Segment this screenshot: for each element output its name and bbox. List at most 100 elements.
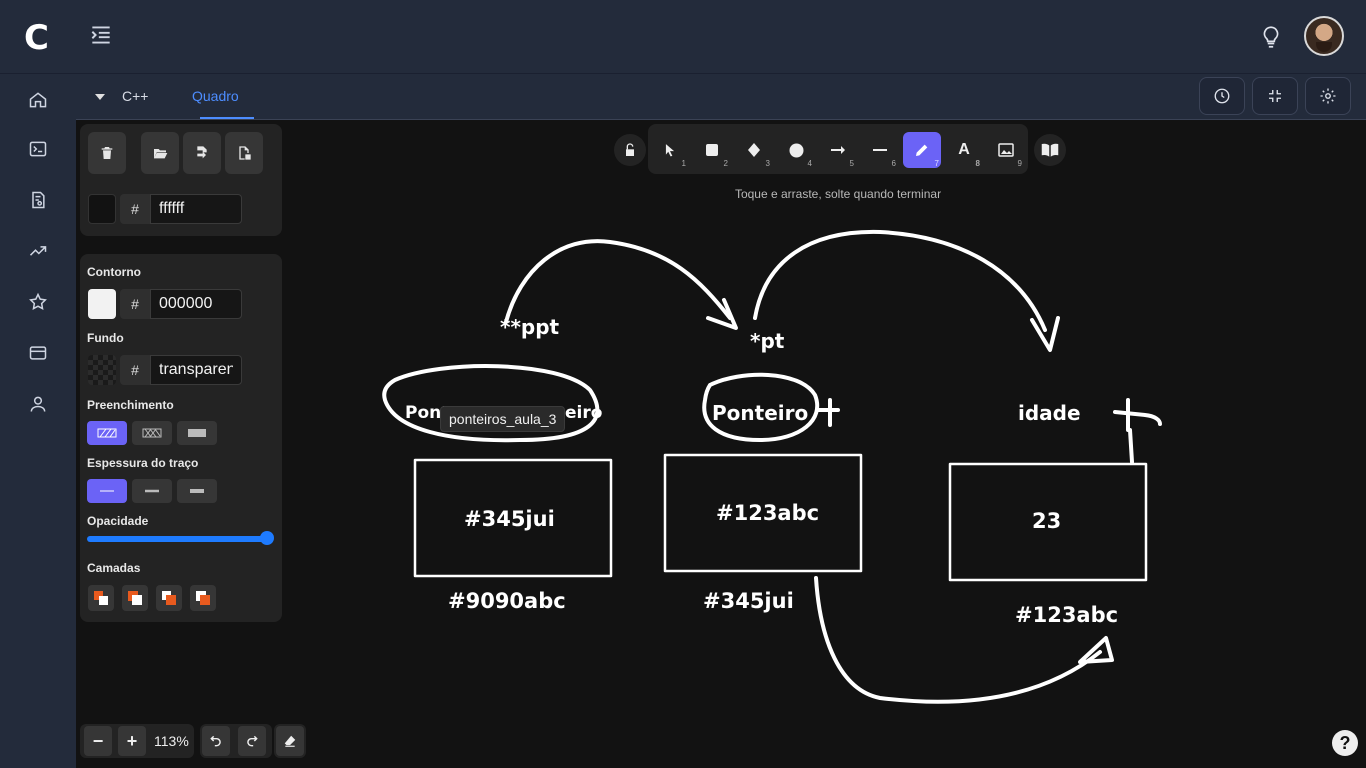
style-panel: Contorno # Fundo # Preenchimento Espessu… [80,254,282,622]
terminal-icon[interactable] [26,137,50,161]
fundo-color-input[interactable] [150,355,242,385]
pencil-icon [916,144,928,156]
text-a-icon: A [958,141,970,158]
tool-select[interactable]: 1 [652,132,688,168]
eraser-control [274,724,306,758]
lock-button[interactable] [614,134,646,166]
label-idade: idade [1018,401,1081,425]
undo-button[interactable] [202,726,230,756]
star-icon[interactable] [26,290,50,314]
fundo-label: Fundo [87,331,124,345]
home-icon[interactable] [26,88,50,112]
user-icon[interactable] [26,392,50,416]
label-ponteiro-mid: Ponteiro [712,401,808,425]
sidebar [0,74,76,768]
menu-toggle-icon[interactable] [88,22,114,48]
actions-panel: # [80,124,282,236]
tool-number: 5 [849,159,854,168]
bring-forward-icon [162,591,176,605]
hash-label: # [120,289,150,319]
crosshatch-icon [142,428,162,438]
tool-number: 7 [934,159,939,168]
diamond-icon [748,143,760,157]
redo-button[interactable] [238,726,266,756]
stroke-color-swatch[interactable] [88,194,116,224]
library-button[interactable] [1034,134,1066,166]
delete-button[interactable] [88,132,126,174]
tool-pencil[interactable]: 7 [903,132,941,168]
plus-icon: + [126,730,138,751]
espessura-label: Espessura do traço [87,456,199,470]
gear-icon [1320,88,1336,104]
opacity-slider-thumb[interactable] [260,531,274,545]
tool-image[interactable]: 9 [988,132,1024,168]
arrow-ppt-to-pt [504,239,732,324]
bring-to-front-button[interactable] [190,585,216,611]
label-ponteiro-left-end: eiro [565,403,602,423]
tool-line[interactable]: 6 [862,132,898,168]
bring-forward-button[interactable] [156,585,182,611]
tab-cpp[interactable]: C++ [122,88,148,104]
help-button[interactable]: ? [1332,730,1358,756]
file-export-icon [197,146,207,159]
caret-down-icon[interactable] [94,90,106,102]
tool-text[interactable]: A 8 [946,132,982,168]
send-backward-button[interactable] [122,585,148,611]
label-ppt: **ppt [500,315,560,339]
tool-ellipse[interactable]: 4 [778,132,814,168]
trash-icon [101,147,113,159]
fullscreen-exit-button[interactable] [1252,77,1298,115]
opacity-slider-track[interactable] [87,536,269,542]
app-logo[interactable]: C [24,20,56,56]
plus-mark [816,398,840,427]
address-2: #345jui [703,589,794,613]
stroke-thick-button[interactable] [177,479,217,503]
settings-button[interactable] [1305,77,1351,115]
stroke-thin-button[interactable] [87,479,127,503]
label-pt: *pt [750,329,785,353]
contorno-swatch[interactable] [88,289,116,319]
clock-icon [1214,88,1230,104]
hachure-icon [97,428,117,438]
tool-number: 3 [765,159,770,168]
tab-quadro[interactable]: Quadro [192,88,239,104]
save-as-button[interactable] [225,132,263,174]
tools-toolbar: 1 2 3 4 5 6 7 A 8 9 [648,124,1028,174]
top-bar: C [0,0,1366,74]
certificate-icon[interactable] [26,188,50,212]
tool-number: 4 [807,159,812,168]
zoom-out-button[interactable]: − [84,726,112,756]
hash-label: # [120,355,150,385]
fill-crosshatch-button[interactable] [132,421,172,445]
thin-line-icon [100,490,114,492]
lightbulb-icon[interactable] [1258,24,1284,50]
history-button[interactable] [1199,77,1245,115]
address-3: #123abc [1015,603,1118,627]
export-button[interactable] [183,132,221,174]
tool-arrow[interactable]: 5 [820,132,856,168]
tab-bar: C++ Quadro [76,74,1366,120]
contorno-color-input[interactable] [150,289,242,319]
fill-hachure-button[interactable] [87,421,127,445]
open-button[interactable] [141,132,179,174]
wallet-icon[interactable] [26,341,50,365]
zoom-in-button[interactable]: + [118,726,146,756]
stroke-color-input[interactable] [150,194,242,224]
tool-diamond[interactable]: 3 [736,132,772,168]
fill-solid-button[interactable] [177,421,217,445]
fundo-swatch[interactable] [88,355,116,385]
tool-rectangle[interactable]: 2 [694,132,730,168]
trending-icon[interactable] [26,239,50,263]
box-3-value: 23 [1032,509,1061,533]
eraser-button[interactable] [276,726,304,756]
stroke-medium-button[interactable] [132,479,172,503]
send-to-back-button[interactable] [88,585,114,611]
active-tab-indicator [200,117,254,119]
zoom-level[interactable]: 113% [154,733,189,749]
element-tooltip: ponteiros_aula_3 [440,406,566,432]
file-save-icon [239,146,251,160]
user-avatar[interactable] [1304,16,1344,56]
tool-number: 8 [975,159,980,168]
toolbar-hint: Toque e arraste, solte quando terminar [734,187,942,201]
arrowhead [1030,316,1060,352]
